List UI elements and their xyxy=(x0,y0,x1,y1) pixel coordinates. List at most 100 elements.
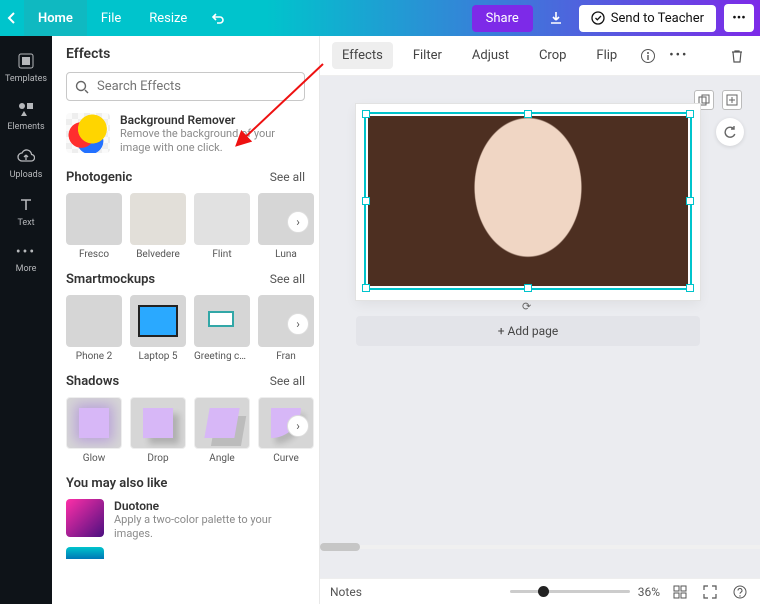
rail-templates[interactable]: Templates xyxy=(0,44,52,92)
file-menu[interactable]: File xyxy=(87,0,135,36)
duotone-title: Duotone xyxy=(114,499,305,513)
more-icon: ••• xyxy=(16,244,36,260)
tab-filter[interactable]: Filter xyxy=(403,42,452,69)
search-input[interactable] xyxy=(97,79,296,94)
zoom-value[interactable]: 36% xyxy=(638,585,660,599)
rail-elements[interactable]: Elements xyxy=(0,92,52,140)
side-rail: Templates Elements Uploads Text ••• More xyxy=(0,36,52,604)
section-head-shadows: Shadows See all xyxy=(66,374,305,389)
canvas-toolbar: Effects Filter Adjust Crop Flip ••• xyxy=(320,36,760,76)
shadow-label: Curve xyxy=(273,453,299,464)
search-effects[interactable] xyxy=(66,72,305,101)
shadow-drop[interactable]: Drop xyxy=(130,397,186,464)
see-all-shadows[interactable]: See all xyxy=(270,374,305,388)
topbar-right: Share Send to Teacher ••• xyxy=(472,0,760,36)
scroll-thumb[interactable] xyxy=(320,543,360,551)
resize-handle[interactable] xyxy=(362,197,370,205)
mockup-label: Laptop 5 xyxy=(138,351,177,362)
info-button[interactable] xyxy=(637,45,659,67)
top-bar: Home File Resize Share Send to Teacher •… xyxy=(0,0,760,36)
topbar-left: Home File Resize xyxy=(0,0,235,36)
section-title: Smartmockups xyxy=(66,272,155,287)
tab-flip[interactable]: Flip xyxy=(586,42,627,69)
search-icon xyxy=(75,80,89,94)
delete-button[interactable] xyxy=(726,45,748,67)
see-all-photogenic[interactable]: See all xyxy=(270,170,305,184)
resize-handle[interactable] xyxy=(524,284,532,292)
shadow-angle[interactable]: Angle xyxy=(194,397,250,464)
topbar-more-button[interactable]: ••• xyxy=(724,4,754,32)
resize-handle[interactable] xyxy=(524,110,532,118)
rail-more[interactable]: ••• More xyxy=(0,236,52,282)
undo-button[interactable] xyxy=(201,0,235,36)
duotone-item[interactable]: Duotone Apply a two-color palette to you… xyxy=(66,499,305,542)
fullscreen-button[interactable] xyxy=(700,582,720,602)
scroll-track xyxy=(320,545,760,549)
shadow-thumb xyxy=(66,397,122,449)
effect-flint[interactable]: Flint xyxy=(194,193,250,260)
mockup-phone2[interactable]: Phone 2 xyxy=(66,295,122,362)
workarea[interactable]: + Add page xyxy=(320,76,760,578)
resize-handle[interactable] xyxy=(362,110,370,118)
share-button[interactable]: Share xyxy=(472,5,533,32)
toolbar-more[interactable]: ••• xyxy=(669,48,688,63)
shadow-glow[interactable]: Glow xyxy=(66,397,122,464)
resize-menu[interactable]: Resize xyxy=(135,0,201,36)
mockup-thumb xyxy=(66,295,122,347)
tab-effects[interactable]: Effects xyxy=(332,42,393,69)
mockup-label: Greeting car… xyxy=(194,351,250,362)
selected-image[interactable] xyxy=(368,116,688,286)
add-page-label: + Add page xyxy=(498,324,559,338)
elements-icon xyxy=(17,100,35,118)
effect-thumb xyxy=(194,193,250,245)
rail-text[interactable]: Text xyxy=(0,188,52,236)
section-title: Photogenic xyxy=(66,170,132,185)
background-remover-item[interactable]: Background Remover Remove the background… xyxy=(66,113,305,156)
mockup-greeting[interactable]: Greeting car… xyxy=(194,295,250,362)
download-button[interactable] xyxy=(541,4,571,32)
rail-label: More xyxy=(16,264,37,274)
home-button[interactable]: Home xyxy=(24,0,87,36)
check-circle-icon xyxy=(591,11,605,25)
effect-belvedere[interactable]: Belvedere xyxy=(130,193,186,260)
back-button[interactable] xyxy=(0,0,24,36)
bg-remover-thumb xyxy=(66,113,110,153)
mockup-laptop5[interactable]: Laptop 5 xyxy=(130,295,186,362)
resize-handle[interactable] xyxy=(362,284,370,292)
canvas-page[interactable] xyxy=(356,104,700,300)
grid-view-button[interactable] xyxy=(670,582,690,602)
row-next-button[interactable]: › xyxy=(287,211,309,233)
tab-adjust[interactable]: Adjust xyxy=(462,42,519,69)
section-title: Shadows xyxy=(66,374,119,389)
add-page-button[interactable] xyxy=(722,90,742,110)
rail-uploads[interactable]: Uploads xyxy=(0,140,52,188)
tab-crop[interactable]: Crop xyxy=(529,42,576,69)
effect-thumb xyxy=(66,193,122,245)
reset-button[interactable] xyxy=(716,118,744,146)
horizontal-scrollbar[interactable] xyxy=(320,542,760,552)
resize-handle[interactable] xyxy=(686,284,694,292)
section-head-also: You may also like xyxy=(66,476,305,491)
effect-thumb xyxy=(130,193,186,245)
next-item-peek[interactable] xyxy=(66,547,104,559)
bg-remover-title: Background Remover xyxy=(120,113,305,127)
resize-handle[interactable] xyxy=(686,110,694,118)
zoom-thumb[interactable] xyxy=(538,586,549,597)
zoom-slider[interactable] xyxy=(510,590,630,593)
row-next-button[interactable]: › xyxy=(287,415,309,437)
selection-frame[interactable] xyxy=(364,112,692,290)
notes-button[interactable]: Notes xyxy=(330,585,362,599)
shadow-label: Drop xyxy=(147,453,168,464)
templates-icon xyxy=(17,52,35,70)
section-head-smartmockups: Smartmockups See all xyxy=(66,272,305,287)
effect-fresco[interactable]: Fresco xyxy=(66,193,122,260)
panel-title: Effects xyxy=(52,36,319,72)
add-page-bar[interactable]: + Add page xyxy=(356,316,700,346)
page-tools xyxy=(694,90,742,110)
help-button[interactable] xyxy=(730,582,750,602)
row-next-button[interactable]: › xyxy=(287,313,309,335)
resize-handle[interactable] xyxy=(686,197,694,205)
send-to-teacher-button[interactable]: Send to Teacher xyxy=(579,5,716,32)
mockup-thumb xyxy=(130,295,186,347)
see-all-smartmockups[interactable]: See all xyxy=(270,272,305,286)
